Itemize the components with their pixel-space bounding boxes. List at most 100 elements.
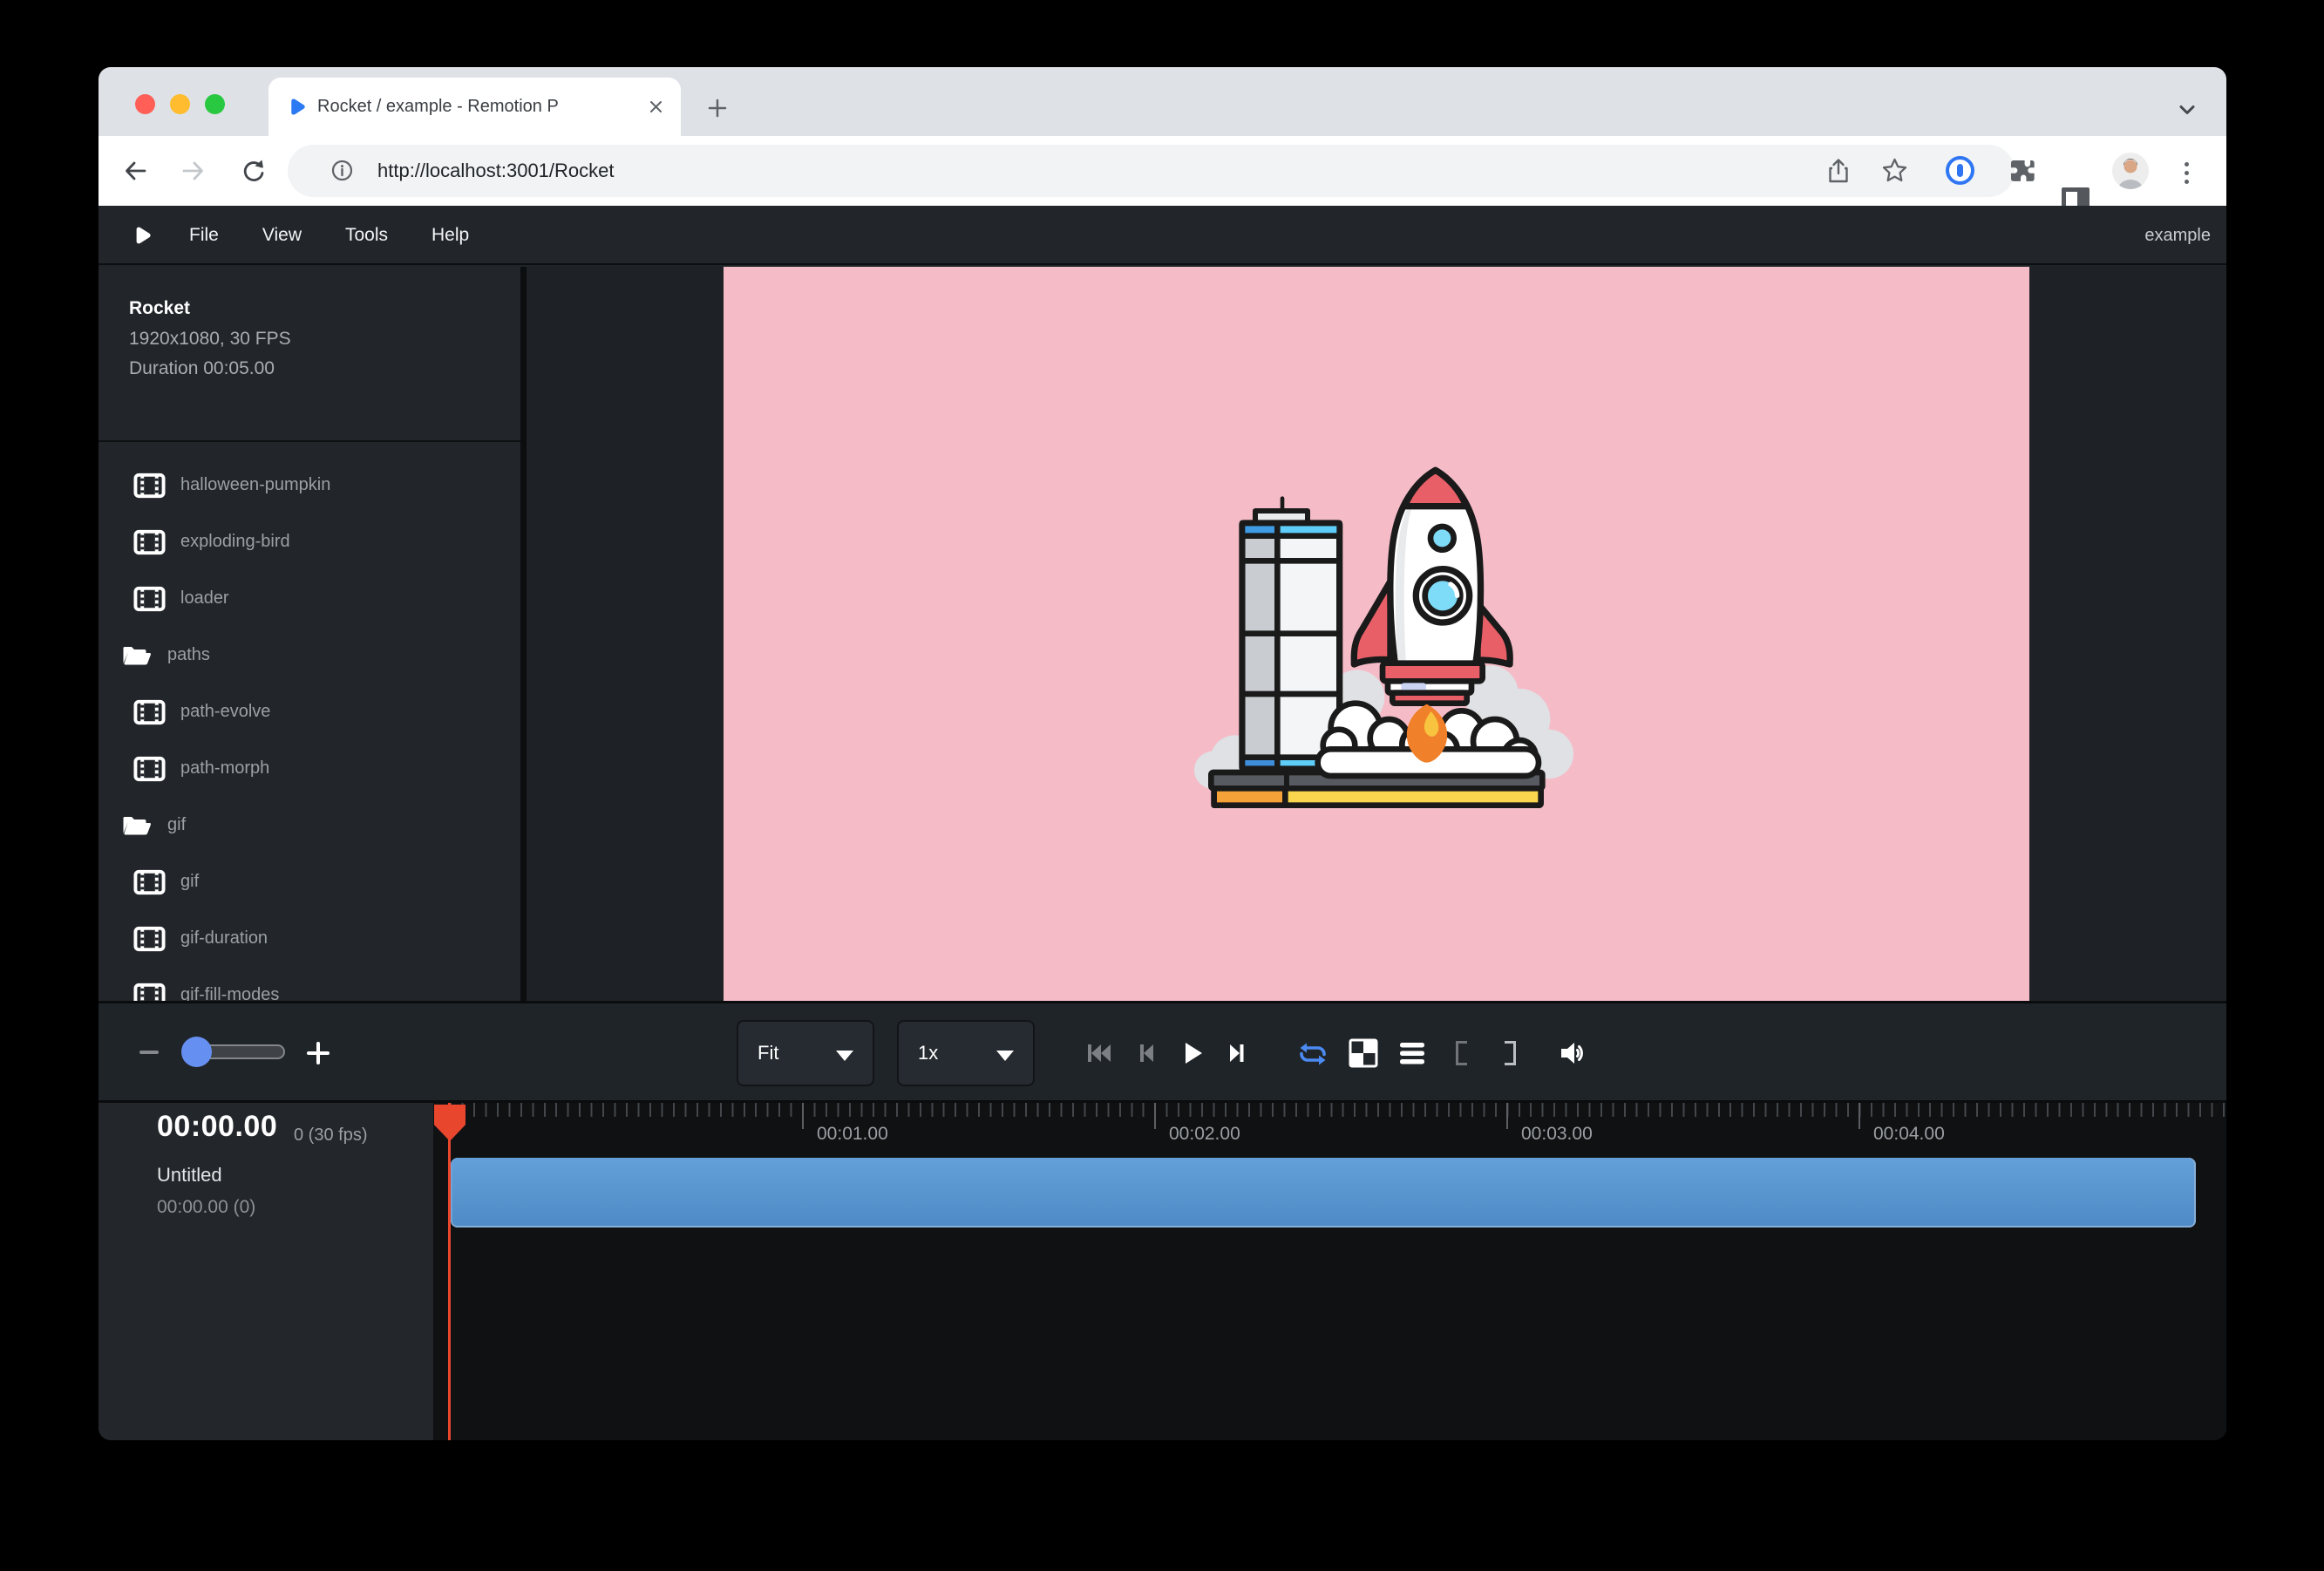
chevron-down-icon xyxy=(996,1051,1014,1061)
sidebar-folder-item[interactable]: paths xyxy=(99,627,520,683)
sidebar-composition-item[interactable]: gif xyxy=(99,854,520,910)
skip-to-start-icon xyxy=(1084,1037,1115,1069)
volume-button[interactable] xyxy=(1557,1037,1588,1069)
zoom-slider-knob[interactable] xyxy=(181,1037,212,1067)
sidebar-composition-item[interactable]: halloween-pumpkin xyxy=(99,457,520,513)
composition-duration: Duration 00:05.00 xyxy=(129,358,275,379)
browser-toolbar: http://localhost:3001/Rocket xyxy=(99,136,2226,206)
play-icon xyxy=(1176,1037,1207,1069)
menu-item-view[interactable]: View xyxy=(262,225,302,246)
profile-avatar[interactable] xyxy=(2112,153,2149,189)
sidebar-item-label: exploding-bird xyxy=(180,532,290,552)
ruler-time-label: 00:02.00 xyxy=(1169,1124,1240,1145)
tab-strip: Rocket / example - Remotion P xyxy=(99,67,2226,136)
url-text[interactable]: http://localhost:3001/Rocket xyxy=(377,145,615,197)
sidebar-item-label: path-evolve xyxy=(180,702,270,722)
track-name: Untitled xyxy=(157,1164,222,1187)
traffic-light-zoom-button[interactable] xyxy=(205,94,225,114)
remotion-logo-icon[interactable] xyxy=(128,223,153,248)
preview-area xyxy=(527,267,2226,1001)
transparency-toggle-button[interactable] xyxy=(1348,1037,1379,1069)
sidebar-composition-item[interactable]: path-morph xyxy=(99,740,520,797)
film-icon xyxy=(133,586,166,612)
timeline-left-pane: 00:00.00 0 (30 fps) Untitled 00:00.00 (0… xyxy=(99,1103,433,1440)
sidebar-composition-item[interactable]: exploding-bird xyxy=(99,513,520,570)
project-name-label: example xyxy=(2144,206,2211,265)
sidebar-composition-item[interactable]: gif-fill-modes xyxy=(99,967,520,1001)
out-point-button[interactable] xyxy=(1494,1037,1526,1069)
traffic-light-close-button[interactable] xyxy=(135,94,155,114)
sidebar-folder-item[interactable]: gif xyxy=(99,797,520,854)
share-icon[interactable] xyxy=(1826,158,1851,184)
previous-frame-icon xyxy=(1131,1037,1162,1069)
timeline-ruler-minor-ticks[interactable] xyxy=(450,1103,2226,1117)
timeline-panel: 00:00.00 0 (30 fps) Untitled 00:00.00 (0… xyxy=(99,1103,2226,1440)
traffic-light-minimize-button[interactable] xyxy=(170,94,190,114)
sidebar-item-label: gif-fill-modes xyxy=(180,985,279,1001)
loop-icon xyxy=(1295,1036,1330,1071)
menu-item-help[interactable]: Help xyxy=(432,225,469,246)
browser-menu-icon[interactable] xyxy=(2185,160,2189,184)
sidebar-preview-divider xyxy=(520,267,527,1001)
forward-button[interactable] xyxy=(180,158,207,184)
timeline-track-bar[interactable] xyxy=(451,1158,2196,1228)
film-icon xyxy=(133,529,166,555)
loop-button[interactable] xyxy=(1295,1037,1330,1069)
page-info-icon[interactable] xyxy=(330,159,354,182)
tab-close-icon[interactable] xyxy=(649,99,663,114)
volume-icon xyxy=(1557,1037,1588,1069)
size-select[interactable]: Fit xyxy=(737,1020,874,1086)
ruler-time-label: 00:04.00 xyxy=(1873,1124,1945,1145)
sidebar-item-label: path-morph xyxy=(180,758,269,779)
new-tab-button[interactable] xyxy=(704,95,730,121)
menu-item-file[interactable]: File xyxy=(189,225,219,246)
menu-item-tools[interactable]: Tools xyxy=(345,225,388,246)
sidebar-item-label: gif-duration xyxy=(180,928,268,949)
back-button[interactable] xyxy=(122,158,148,184)
remotion-favicon-icon xyxy=(283,95,307,119)
tab-search-chevron-down-icon[interactable] xyxy=(2176,99,2198,121)
frame-counter: 0 (30 fps) xyxy=(294,1126,367,1146)
composition-canvas[interactable] xyxy=(724,267,2029,1001)
composition-format: 1920x1080, 30 FPS xyxy=(129,329,291,350)
player-controls-bar: Fit 1x xyxy=(99,1001,2226,1103)
sidebar-item-label: gif xyxy=(180,872,199,892)
rich-timeline-toggle-button[interactable] xyxy=(1396,1037,1428,1069)
zoom-in-button[interactable] xyxy=(307,1042,330,1064)
tab-title: Rocket / example - Remotion P xyxy=(317,78,622,136)
next-frame-button[interactable] xyxy=(1221,1037,1253,1069)
folder-open-icon xyxy=(120,643,153,669)
timeline-lines-icon xyxy=(1397,1038,1427,1068)
skip-to-start-button[interactable] xyxy=(1084,1037,1115,1069)
ruler-time-label: 00:03.00 xyxy=(1521,1124,1593,1145)
address-bar[interactable]: http://localhost:3001/Rocket xyxy=(288,145,2015,197)
rocket-illustration xyxy=(1186,445,1587,828)
previous-frame-button[interactable] xyxy=(1131,1037,1162,1069)
sidebar-composition-item[interactable]: loader xyxy=(99,570,520,627)
ruler-second-tick xyxy=(1859,1103,1860,1129)
playhead-handle[interactable] xyxy=(434,1105,465,1141)
in-point-button[interactable] xyxy=(1445,1037,1477,1069)
checkerboard-icon xyxy=(1349,1038,1378,1068)
onepassword-extension-icon[interactable] xyxy=(1946,156,1974,185)
content-row: Rocket 1920x1080, 30 FPS Duration 00:05.… xyxy=(99,267,2226,1001)
film-icon xyxy=(133,869,166,895)
folder-open-icon xyxy=(120,813,153,839)
sidebar-item-label: paths xyxy=(167,645,210,665)
sidebar-composition-item[interactable]: path-evolve xyxy=(99,683,520,740)
sidebar-item-label: gif xyxy=(167,815,186,835)
speed-select[interactable]: 1x xyxy=(897,1020,1035,1086)
zoom-out-button[interactable] xyxy=(139,1040,159,1064)
remotion-menubar: File View Tools Help example xyxy=(99,206,2226,265)
next-frame-icon xyxy=(1221,1037,1253,1069)
reload-button[interactable] xyxy=(238,158,264,184)
browser-window: Rocket / example - Remotion P xyxy=(99,67,2226,1440)
play-button[interactable] xyxy=(1176,1037,1207,1069)
sidebar-composition-item[interactable]: gif-duration xyxy=(99,910,520,967)
extensions-puzzle-icon[interactable] xyxy=(2006,155,2037,187)
composition-name: Rocket xyxy=(129,298,190,319)
browser-tab[interactable]: Rocket / example - Remotion P xyxy=(268,78,681,136)
out-point-bracket-icon xyxy=(1505,1041,1516,1065)
bookmark-star-icon[interactable] xyxy=(1881,157,1908,184)
film-icon xyxy=(133,473,166,499)
